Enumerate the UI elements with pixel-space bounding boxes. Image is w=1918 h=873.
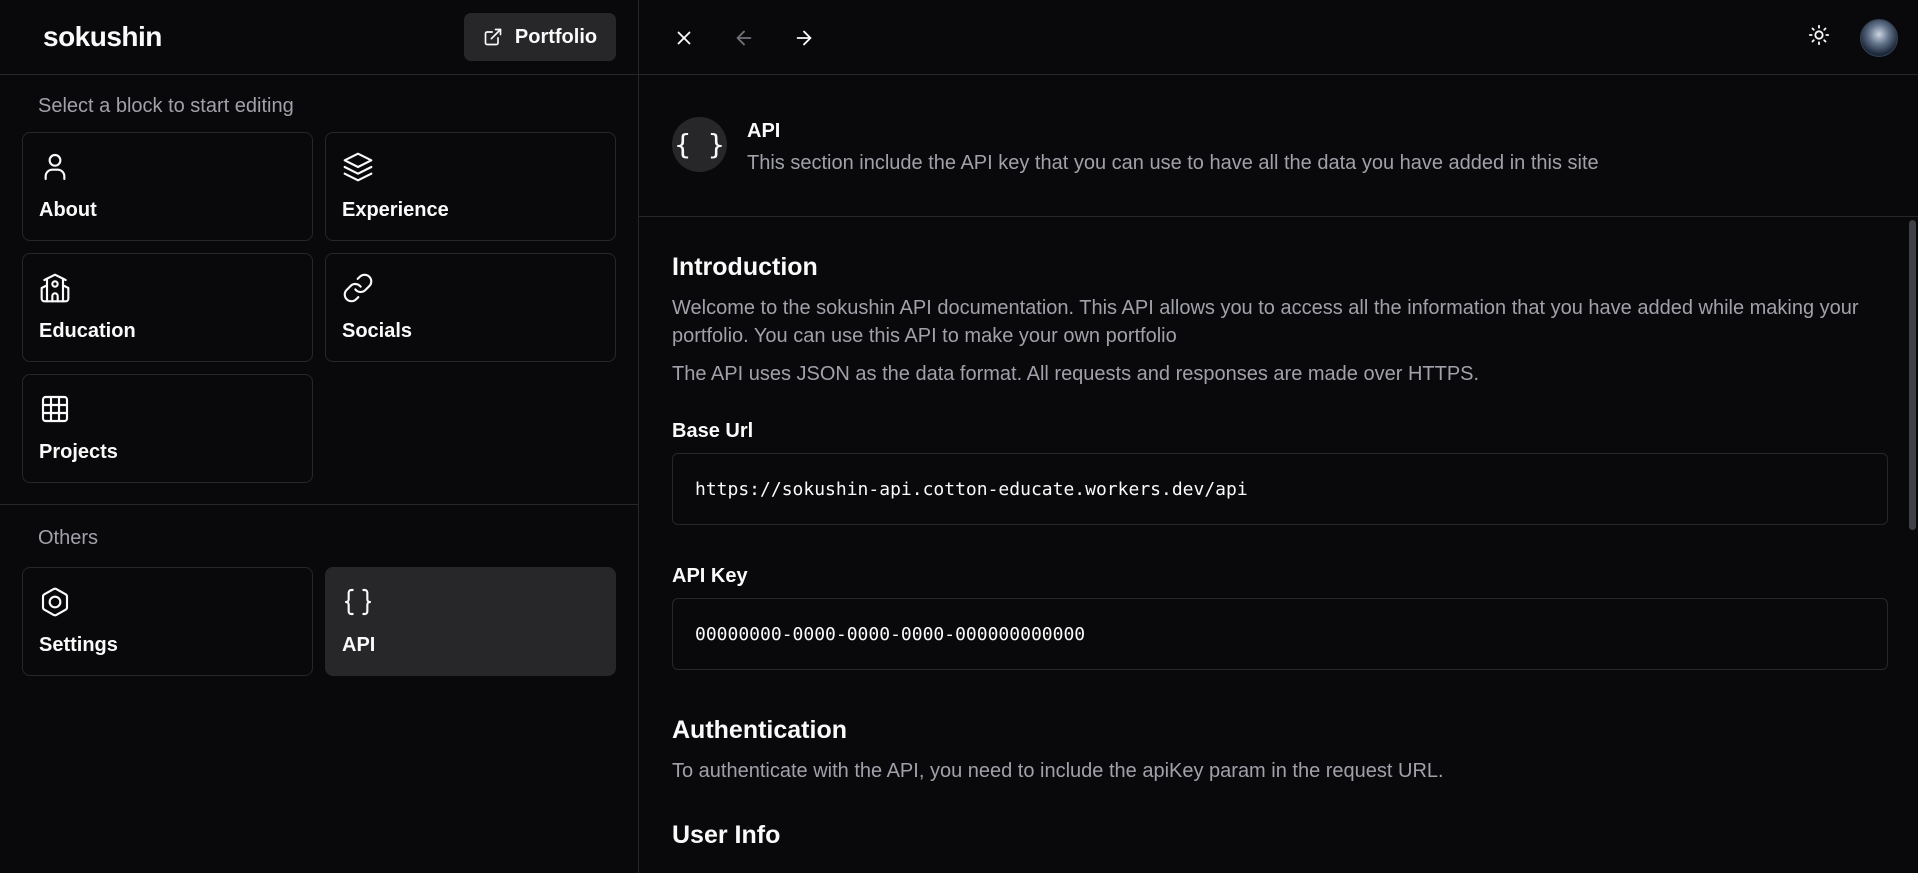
block-card-socials[interactable]: Socials — [325, 253, 616, 362]
sun-icon — [1808, 24, 1830, 46]
theme-toggle-button[interactable] — [1808, 24, 1830, 51]
block-card-label: Socials — [342, 320, 413, 342]
header-actions — [1808, 0, 1898, 75]
arrow-left-icon — [736, 30, 752, 45]
api-section-header: { } API This section include the API key… — [639, 75, 1918, 217]
layers-icon — [343, 152, 373, 182]
link-icon — [343, 273, 373, 303]
forward-button[interactable] — [774, 0, 834, 75]
authentication-text: To authenticate with the API, you need t… — [672, 760, 1444, 782]
block-card-settings[interactable]: Settings — [22, 567, 313, 676]
close-button[interactable] — [654, 0, 714, 75]
sidebar-header: sokushin Portfolio — [0, 0, 638, 75]
others-section-label: Others — [38, 527, 99, 549]
hexagon-settings-icon — [41, 587, 69, 617]
api-key-field[interactable]: 00000000-0000-0000-0000-000000000000 — [672, 598, 1888, 670]
block-card-projects[interactable]: Projects — [22, 374, 313, 483]
block-card-api[interactable]: API — [325, 567, 616, 676]
avatar[interactable] — [1860, 18, 1898, 57]
blocks-grid: About Experience Education Socials Proje… — [0, 132, 638, 483]
block-card-about[interactable]: About — [22, 132, 313, 241]
introduction-heading: Introduction — [672, 253, 818, 281]
api-section-title: API — [747, 120, 781, 142]
braces-icon: { } — [672, 117, 727, 172]
portfolio-button-label: Portfolio — [514, 25, 598, 48]
others-grid: Settings API — [0, 567, 638, 676]
portfolio-button[interactable]: Portfolio — [464, 13, 616, 61]
base-url-field[interactable]: https://sokushin-api.cotton-educate.work… — [672, 453, 1888, 525]
api-docs: Introduction Welcome to the sokushin API… — [672, 217, 1888, 873]
braces-icon — [344, 588, 372, 616]
back-button[interactable] — [714, 0, 774, 75]
block-card-label: Experience — [342, 199, 449, 221]
panel-nav — [654, 0, 834, 75]
arrow-right-icon — [796, 30, 812, 45]
block-card-education[interactable]: Education — [22, 253, 313, 362]
user-info-heading: User Info — [672, 821, 781, 849]
grid-icon — [41, 395, 69, 423]
block-card-label: Settings — [39, 634, 118, 656]
authentication-heading: Authentication — [672, 716, 847, 744]
introduction-format-text: The API uses JSON as the data format. Al… — [672, 363, 1480, 385]
block-card-label: About — [39, 199, 97, 221]
school-icon — [40, 273, 70, 303]
app: sokushin Portfolio Select a block to sta… — [0, 0, 1918, 873]
external-link-icon — [484, 28, 502, 46]
api-key-label: API Key — [672, 565, 748, 587]
block-card-label: Projects — [39, 441, 118, 463]
base-url-label: Base Url — [672, 420, 754, 442]
brand-logo[interactable]: sokushin — [43, 21, 162, 53]
close-icon — [677, 31, 691, 44]
block-card-label: API — [342, 634, 376, 656]
block-card-label: Education — [39, 320, 136, 342]
blocks-section-label: Select a block to start editing — [38, 95, 294, 117]
block-card-experience[interactable]: Experience — [325, 132, 616, 241]
editor-sidebar: sokushin Portfolio Select a block to sta… — [0, 0, 639, 873]
content-panel: { } API This section include the API key… — [639, 0, 1918, 873]
introduction-text: Welcome to the sokushin API documentatio… — [672, 297, 1859, 347]
api-section-description: This section include the API key that yo… — [747, 152, 1599, 174]
user-icon — [44, 153, 66, 181]
content-scrollbar[interactable] — [1909, 220, 1916, 530]
